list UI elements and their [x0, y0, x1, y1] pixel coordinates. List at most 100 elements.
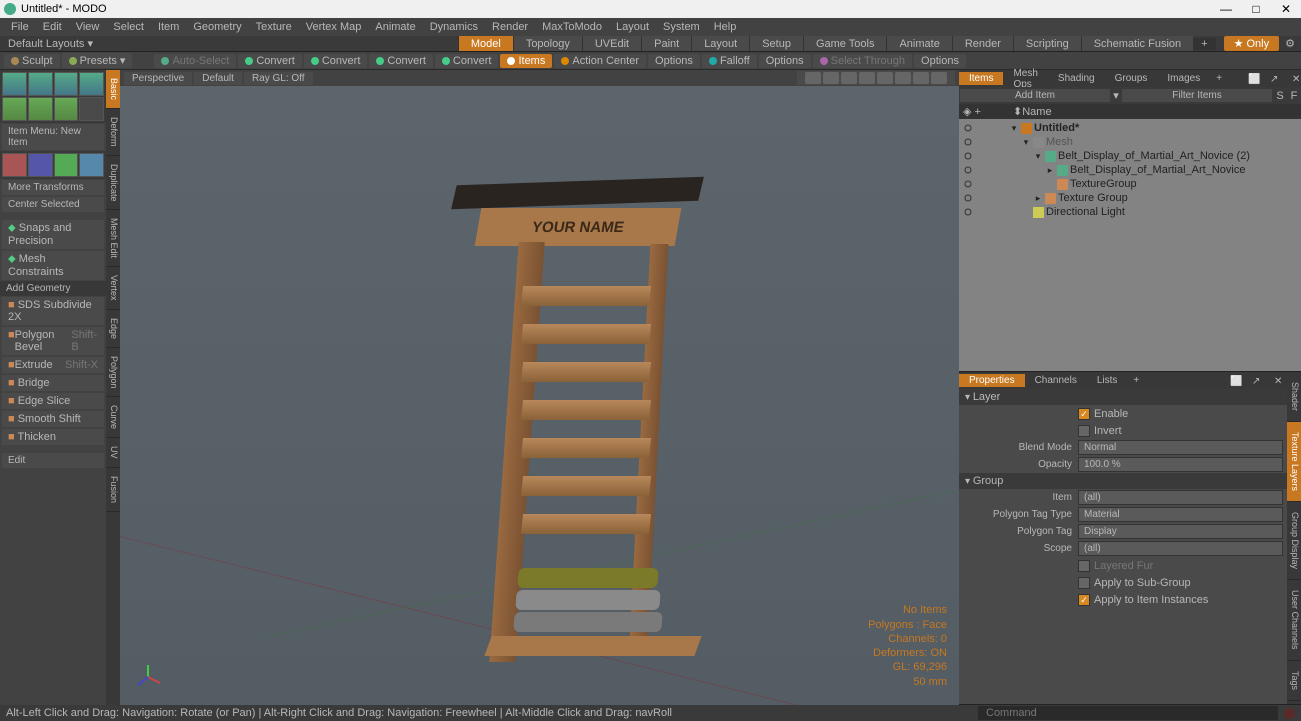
- menu-layout[interactable]: Layout: [609, 21, 656, 33]
- tool-icon-5[interactable]: [2, 97, 27, 121]
- layered-fur-checkbox[interactable]: [1078, 560, 1090, 572]
- panel-icon[interactable]: ✕: [1264, 375, 1284, 386]
- layout-preset-dropdown[interactable]: Default Layouts ▾: [0, 37, 101, 50]
- edit-dropdown[interactable]: Edit: [2, 453, 104, 468]
- left-tab-mesh-edit[interactable]: Mesh Edit: [106, 210, 120, 267]
- items-tab-add-button[interactable]: +: [1210, 73, 1228, 84]
- center-selected-button[interactable]: Center Selected: [2, 197, 104, 212]
- tab-channels[interactable]: Channels: [1025, 374, 1087, 387]
- viewport-icon-1[interactable]: [805, 72, 821, 84]
- layout-tab-render[interactable]: Render: [952, 36, 1013, 51]
- tool-icon-d[interactable]: [79, 153, 104, 177]
- blendmode-dropdown[interactable]: Normal: [1078, 440, 1283, 455]
- visibility-eye-icon[interactable]: [963, 165, 973, 175]
- panel-icon[interactable]: ↗: [1242, 375, 1262, 386]
- left-tab-curve[interactable]: Curve: [106, 397, 120, 438]
- layout-tab-layout[interactable]: Layout: [691, 36, 749, 51]
- mesh-constraints-button[interactable]: ⬥ Mesh Constraints: [2, 251, 104, 280]
- prop-tab-texture-layers[interactable]: Texture Layers: [1287, 422, 1301, 502]
- viewport-icon-8[interactable]: [931, 72, 947, 84]
- snaps-precision-button[interactable]: ⬥ Snaps and Precision: [2, 220, 104, 249]
- layout-add-button[interactable]: +: [1193, 38, 1215, 50]
- tab-groups[interactable]: Groups: [1105, 72, 1158, 85]
- tab-items[interactable]: Items: [959, 72, 1003, 85]
- viewport-raygl-dropdown[interactable]: Ray GL: Off: [244, 72, 313, 85]
- scale-tool-icon[interactable]: [54, 72, 79, 96]
- universal-tool-icon[interactable]: [79, 72, 104, 96]
- menu-vertex-map[interactable]: Vertex Map: [299, 21, 369, 33]
- items-tree[interactable]: ▾Untitled*▾Mesh▾Belt_Display_of_Martial_…: [959, 119, 1301, 371]
- polygon-tag-dropdown[interactable]: Display: [1078, 524, 1283, 539]
- visibility-eye-icon[interactable]: [963, 123, 973, 133]
- panel-icon[interactable]: ✕: [1282, 73, 1301, 84]
- menu-texture[interactable]: Texture: [249, 21, 299, 33]
- prop-tab-user-channels[interactable]: User Channels: [1287, 580, 1301, 661]
- viewport-camera-dropdown[interactable]: Perspective: [124, 72, 192, 85]
- layout-tab-uvedit[interactable]: UVEdit: [582, 36, 641, 51]
- convert-button-4[interactable]: Convert: [435, 54, 499, 68]
- sculpt-button[interactable]: Sculpt: [4, 54, 60, 68]
- command-input[interactable]: Command: [978, 706, 1278, 720]
- visibility-eye-icon[interactable]: [963, 179, 973, 189]
- tree-item[interactable]: ▾Mesh: [959, 135, 1301, 149]
- tool-icon-c[interactable]: [54, 153, 79, 177]
- group-section-header[interactable]: ▾ Group: [959, 473, 1287, 489]
- viewport-shading-dropdown[interactable]: Default: [194, 72, 242, 85]
- viewport-icon-4[interactable]: [859, 72, 875, 84]
- falloff-button[interactable]: Falloff: [702, 54, 757, 68]
- autoselect-toggle[interactable]: Auto-Select: [154, 54, 236, 68]
- tab-images[interactable]: Images: [1157, 72, 1210, 85]
- bridge-button[interactable]: ■ Bridge: [2, 375, 104, 391]
- options-button-1[interactable]: Options: [648, 54, 700, 68]
- only-toggle[interactable]: ★ Only: [1224, 36, 1280, 51]
- tab-properties[interactable]: Properties: [959, 374, 1025, 387]
- tool-icon-b[interactable]: [28, 153, 53, 177]
- tab-shading[interactable]: Shading: [1048, 72, 1105, 85]
- apply-instances-checkbox[interactable]: [1078, 594, 1090, 606]
- left-tab-basic[interactable]: Basic: [106, 70, 120, 109]
- visibility-eye-icon[interactable]: [963, 137, 973, 147]
- maximize-button[interactable]: □: [1241, 0, 1271, 18]
- left-tab-uv[interactable]: UV: [106, 438, 120, 468]
- menu-select[interactable]: Select: [106, 21, 151, 33]
- extrude-button[interactable]: ■ ExtrudeShift-X: [2, 357, 104, 373]
- viewport-3d-view[interactable]: YOUR NAME No Items Polygons : Face Chann…: [120, 86, 959, 705]
- filter-s-button[interactable]: S: [1273, 90, 1287, 102]
- rotate-tool-icon[interactable]: [28, 72, 53, 96]
- convert-button-3[interactable]: Convert: [369, 54, 433, 68]
- left-tab-vertex[interactable]: Vertex: [106, 267, 120, 310]
- settings-gear-icon[interactable]: ⚙: [1279, 37, 1301, 50]
- close-button[interactable]: ✕: [1271, 0, 1301, 18]
- viewport-icon-3[interactable]: [841, 72, 857, 84]
- sds-subdivide-button[interactable]: ■ SDS Subdivide 2X: [2, 297, 104, 325]
- menu-render[interactable]: Render: [485, 21, 535, 33]
- menu-dynamics[interactable]: Dynamics: [423, 21, 485, 33]
- menu-view[interactable]: View: [69, 21, 107, 33]
- options-button-3[interactable]: Options: [914, 54, 966, 68]
- polygon-bevel-button[interactable]: ■ Polygon BevelShift-B: [2, 327, 104, 355]
- tree-item[interactable]: ▸Texture Group: [959, 191, 1301, 205]
- menu-animate[interactable]: Animate: [368, 21, 422, 33]
- viewport-icon-7[interactable]: [913, 72, 929, 84]
- layout-tab-schematic-fusion[interactable]: Schematic Fusion: [1081, 36, 1193, 51]
- record-button[interactable]: [1284, 708, 1295, 719]
- layout-tab-setup[interactable]: Setup: [749, 36, 803, 51]
- convert-button-1[interactable]: Convert: [238, 54, 302, 68]
- enable-checkbox[interactable]: [1078, 408, 1090, 420]
- panel-icon[interactable]: ⬜: [1238, 73, 1258, 84]
- presets-dropdown[interactable]: Presets ▾: [62, 53, 133, 68]
- expand-icon[interactable]: ▸: [1045, 165, 1055, 176]
- layer-section-header[interactable]: ▾ Layer: [959, 389, 1287, 405]
- viewport-icon-5[interactable]: [877, 72, 893, 84]
- visibility-eye-icon[interactable]: [963, 207, 973, 217]
- left-tab-fusion[interactable]: Fusion: [106, 468, 120, 512]
- props-tab-add-button[interactable]: +: [1127, 375, 1145, 386]
- panel-icon[interactable]: ↗: [1260, 73, 1280, 84]
- tree-item[interactable]: Directional Light: [959, 205, 1301, 219]
- tree-item[interactable]: ▾Belt_Display_of_Martial_Art_Novice (2): [959, 149, 1301, 163]
- tree-item[interactable]: ▸Belt_Display_of_Martial_Art_Novice: [959, 163, 1301, 177]
- item-menu-dropdown[interactable]: Item Menu: New Item: [2, 124, 104, 150]
- expand-icon[interactable]: ▾: [1033, 151, 1043, 162]
- tab-lists[interactable]: Lists: [1087, 374, 1128, 387]
- tool-icon-a[interactable]: [2, 153, 27, 177]
